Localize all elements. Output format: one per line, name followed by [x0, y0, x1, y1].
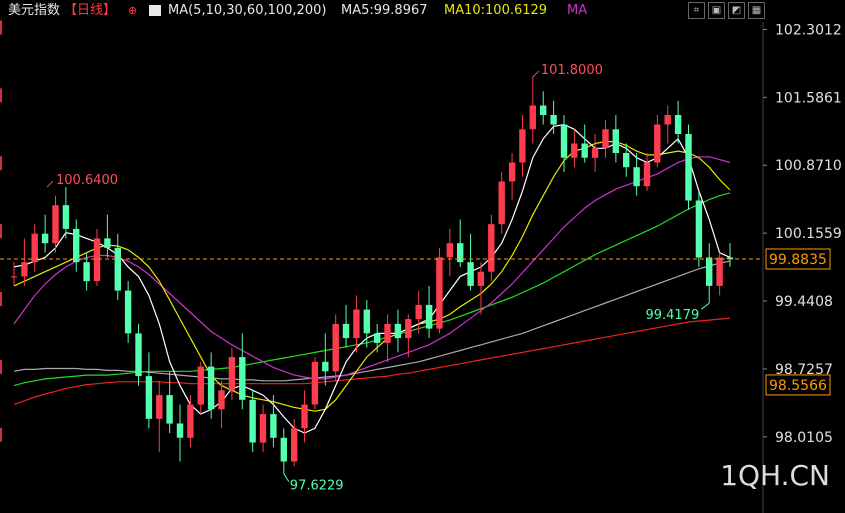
left-edge-tick: [0, 292, 2, 307]
candle-body: [93, 238, 101, 282]
watermark-label: 1QH.CN: [720, 459, 830, 492]
candle-body: [353, 309, 360, 339]
candle-body: [716, 257, 723, 286]
candle-body: [311, 361, 319, 405]
candle-body: [291, 428, 298, 462]
candle-body: [654, 124, 661, 163]
candle-body: [581, 143, 588, 158]
candle-body: [114, 247, 121, 291]
candle-body: [529, 105, 536, 130]
high-1-arrow: [46, 180, 54, 188]
current-price-label: 99.8835: [769, 252, 827, 268]
ma30-line: [13, 156, 731, 380]
low-2-arrow: [700, 302, 710, 310]
candle-body: [197, 366, 204, 405]
candle-body: [633, 167, 640, 187]
low-2-annotation: 99.4179: [645, 308, 699, 323]
candle-body: [571, 143, 578, 158]
left-edge-tick: [0, 20, 2, 35]
candle-body: [550, 115, 557, 125]
candle-body: [124, 290, 132, 334]
left-edge-tick: [0, 88, 2, 103]
high-1-annotation: 100.6400: [56, 173, 118, 188]
candle-body: [156, 395, 163, 419]
candle-body: [73, 228, 80, 263]
ma60-line: [13, 192, 731, 387]
candle-body: [384, 323, 391, 343]
candle-body: [436, 257, 443, 329]
candle-body: [467, 262, 474, 286]
candle-body: [135, 333, 142, 377]
candle-body: [664, 115, 671, 125]
candle-body: [104, 238, 111, 248]
candle-body: [322, 361, 329, 372]
candle-body: [488, 224, 495, 272]
y-tick-label: 101.5861: [775, 90, 842, 106]
candle-body: [259, 414, 267, 443]
candle-body: [280, 437, 287, 462]
candle-body: [62, 205, 70, 229]
left-edge-tick: [0, 359, 2, 374]
ma100-line: [13, 260, 731, 382]
low-1-arrow: [283, 473, 290, 482]
candle-body: [228, 357, 236, 391]
candle-body: [207, 366, 215, 410]
candle-body: [508, 162, 516, 182]
candle-body: [405, 319, 412, 339]
left-edge-tick: [0, 156, 2, 171]
candlestick-chart[interactable]: 102.3012 101.5861 100.8710 100.1559 99.4408 9…: [0, 0, 845, 513]
candle-body: [239, 357, 246, 400]
candle-body: [591, 148, 599, 158]
y-tick-label: 100.1559: [775, 226, 842, 242]
candle-body: [560, 124, 568, 158]
candle-body: [21, 262, 28, 277]
candle-body: [10, 276, 18, 278]
candle-body: [332, 323, 339, 372]
y-tick-label: 102.3012: [775, 22, 842, 38]
candle-body: [342, 323, 350, 339]
candle-body: [41, 233, 49, 244]
candle-body: [674, 115, 682, 134]
candle-body: [301, 404, 308, 429]
ma200-line: [13, 317, 731, 406]
candle-body: [166, 395, 173, 424]
high-2-arrow: [532, 70, 540, 78]
chart-window: 美元指数 【日线】 ⊕ MA(5,10,30,60,100,200) MA5:9…: [0, 0, 845, 513]
candle-body: [394, 323, 402, 339]
candle-body: [685, 134, 692, 201]
candle-body: [218, 390, 225, 410]
candle-body: [31, 233, 38, 263]
y-tick-label: 99.4408: [775, 294, 833, 310]
candle-body: [363, 309, 370, 334]
left-edge-tick: [0, 427, 2, 442]
candle-body: [446, 243, 453, 258]
candle-body: [602, 129, 609, 149]
low-1-annotation: 97.6229: [290, 479, 344, 494]
candle-body: [498, 181, 505, 225]
y-tick-label: 98.0105: [775, 430, 833, 446]
candle-body: [540, 105, 547, 115]
candle-body: [83, 262, 90, 282]
ma5-line: [13, 123, 731, 434]
candle-body: [176, 423, 184, 438]
candle-body: [695, 200, 703, 258]
candle-body: [706, 257, 713, 286]
candle-body: [415, 304, 422, 320]
y-tick-label: 100.8710: [775, 158, 842, 174]
candle-body: [249, 399, 256, 443]
candle-body: [643, 162, 651, 187]
candle-body: [519, 129, 526, 163]
ma-marker-label: 98.5566: [769, 378, 827, 394]
candle-body: [374, 333, 381, 343]
candle-body: [270, 414, 277, 438]
candle-body: [623, 153, 630, 168]
candle-body: [425, 304, 433, 329]
high-2-annotation: 101.8000: [541, 63, 603, 78]
left-edge-tick: [0, 224, 2, 239]
candle-body: [52, 205, 59, 244]
candle-body: [612, 129, 619, 153]
candle-body: [145, 376, 153, 419]
candle-body: [187, 404, 194, 438]
candle-body: [477, 271, 485, 286]
